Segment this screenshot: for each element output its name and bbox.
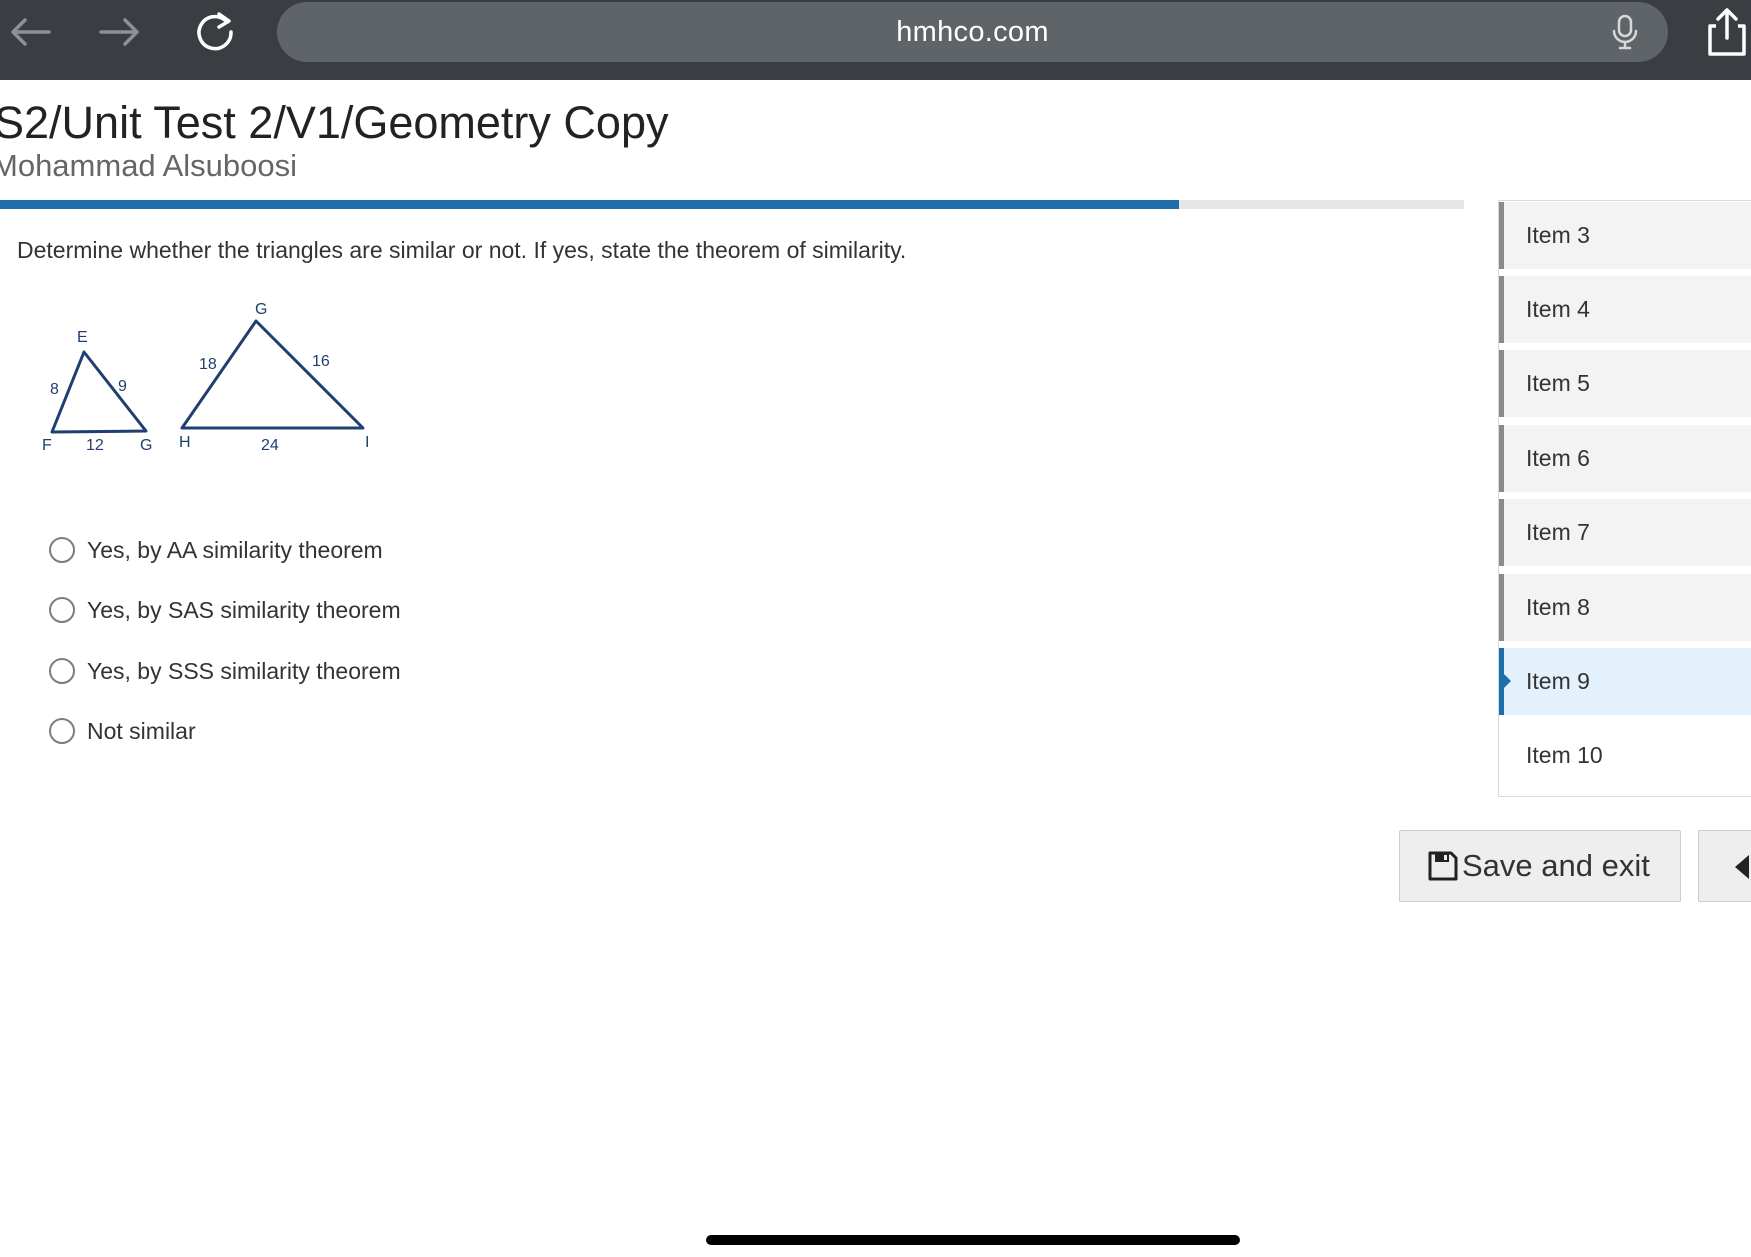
vertex-label-h: H — [179, 434, 191, 451]
item-label: Item 7 — [1526, 519, 1590, 545]
answer-option-label: Yes, by SSS similarity theorem — [87, 657, 401, 684]
back-button[interactable] — [0, 8, 60, 56]
item-label: Item 8 — [1526, 594, 1590, 620]
answer-option[interactable]: Yes, by SAS similarity theorem — [49, 590, 401, 630]
answer-option[interactable]: Yes, by SSS similarity theorem — [49, 651, 401, 691]
home-indicator — [706, 1235, 1240, 1245]
side-label-8: 8 — [50, 381, 59, 398]
vertex-label-g-large: G — [255, 301, 267, 318]
save-and-exit-label: Save and exit — [1462, 848, 1650, 883]
caret-left-icon — [1735, 855, 1749, 879]
side-label-16: 16 — [312, 353, 330, 370]
item-label: Item 9 — [1526, 668, 1590, 694]
side-label-12: 12 — [86, 437, 104, 454]
item-label: Item 5 — [1526, 370, 1590, 396]
save-and-exit-button[interactable]: Save and exit — [1399, 830, 1681, 902]
back-arrow-icon — [11, 18, 51, 46]
vertex-label-i: I — [365, 434, 369, 451]
vertex-label-e: E — [77, 329, 88, 346]
item-9[interactable]: Item 9 — [1499, 648, 1751, 715]
large-triangle — [180, 319, 365, 430]
progress-bar-fill — [0, 200, 1179, 209]
answer-option-label: Yes, by AA similarity theorem — [87, 536, 383, 563]
radio-button[interactable] — [49, 597, 75, 623]
forward-button[interactable] — [90, 8, 150, 56]
floppy-disk-icon — [1428, 851, 1458, 881]
answer-option[interactable]: Not similar — [49, 711, 196, 751]
item-label: Item 10 — [1526, 742, 1603, 768]
side-label-9: 9 — [118, 378, 127, 395]
item-8[interactable]: Item 8 — [1499, 574, 1751, 641]
radio-button[interactable] — [49, 718, 75, 744]
side-label-24: 24 — [261, 437, 279, 454]
small-triangle — [50, 350, 148, 434]
page-title: S2/Unit Test 2/V1/Geometry Copy — [0, 97, 669, 148]
vertex-label-f: F — [42, 437, 52, 454]
progress-bar — [0, 200, 1464, 209]
radio-button[interactable] — [49, 537, 75, 563]
microphone-icon[interactable] — [1610, 14, 1640, 50]
item-4[interactable]: Item 4 — [1499, 276, 1751, 343]
address-bar[interactable]: hmhco.com — [277, 2, 1668, 62]
item-label: Item 6 — [1526, 445, 1590, 471]
answer-option-label: Yes, by SAS similarity theorem — [87, 596, 401, 623]
item-5[interactable]: Item 5 — [1499, 350, 1751, 417]
previous-item-button[interactable] — [1698, 830, 1751, 902]
answer-option-label: Not similar — [87, 717, 196, 744]
item-10[interactable]: Item 10 — [1499, 722, 1751, 789]
item-label: Item 4 — [1526, 296, 1590, 322]
item-6[interactable]: Item 6 — [1499, 425, 1751, 492]
side-label-18: 18 — [199, 356, 217, 373]
vertex-label-g-small: G — [140, 437, 152, 454]
item-7[interactable]: Item 7 — [1499, 499, 1751, 566]
item-navigation-list: Item 3 Item 4 Item 5 Item 6 Item 7 Item … — [1498, 200, 1751, 797]
question-prompt: Determine whether the triangles are simi… — [17, 237, 907, 263]
item-label: Item 3 — [1526, 222, 1590, 248]
browser-toolbar: hmhco.com — [0, 0, 1751, 80]
item-3[interactable]: Item 3 — [1499, 202, 1751, 269]
answer-option[interactable]: Yes, by AA similarity theorem — [49, 530, 383, 570]
radio-button[interactable] — [49, 658, 75, 684]
share-icon[interactable] — [1700, 6, 1751, 58]
triangles-figure: E F G 8 9 12 G H I 18 16 24 — [42, 301, 369, 454]
forward-arrow-icon — [99, 18, 139, 46]
url-text: hmhco.com — [896, 16, 1049, 48]
reload-icon — [197, 12, 233, 51]
student-name: Mohammad Alsuboosi — [0, 148, 297, 183]
reload-button[interactable] — [185, 8, 245, 56]
